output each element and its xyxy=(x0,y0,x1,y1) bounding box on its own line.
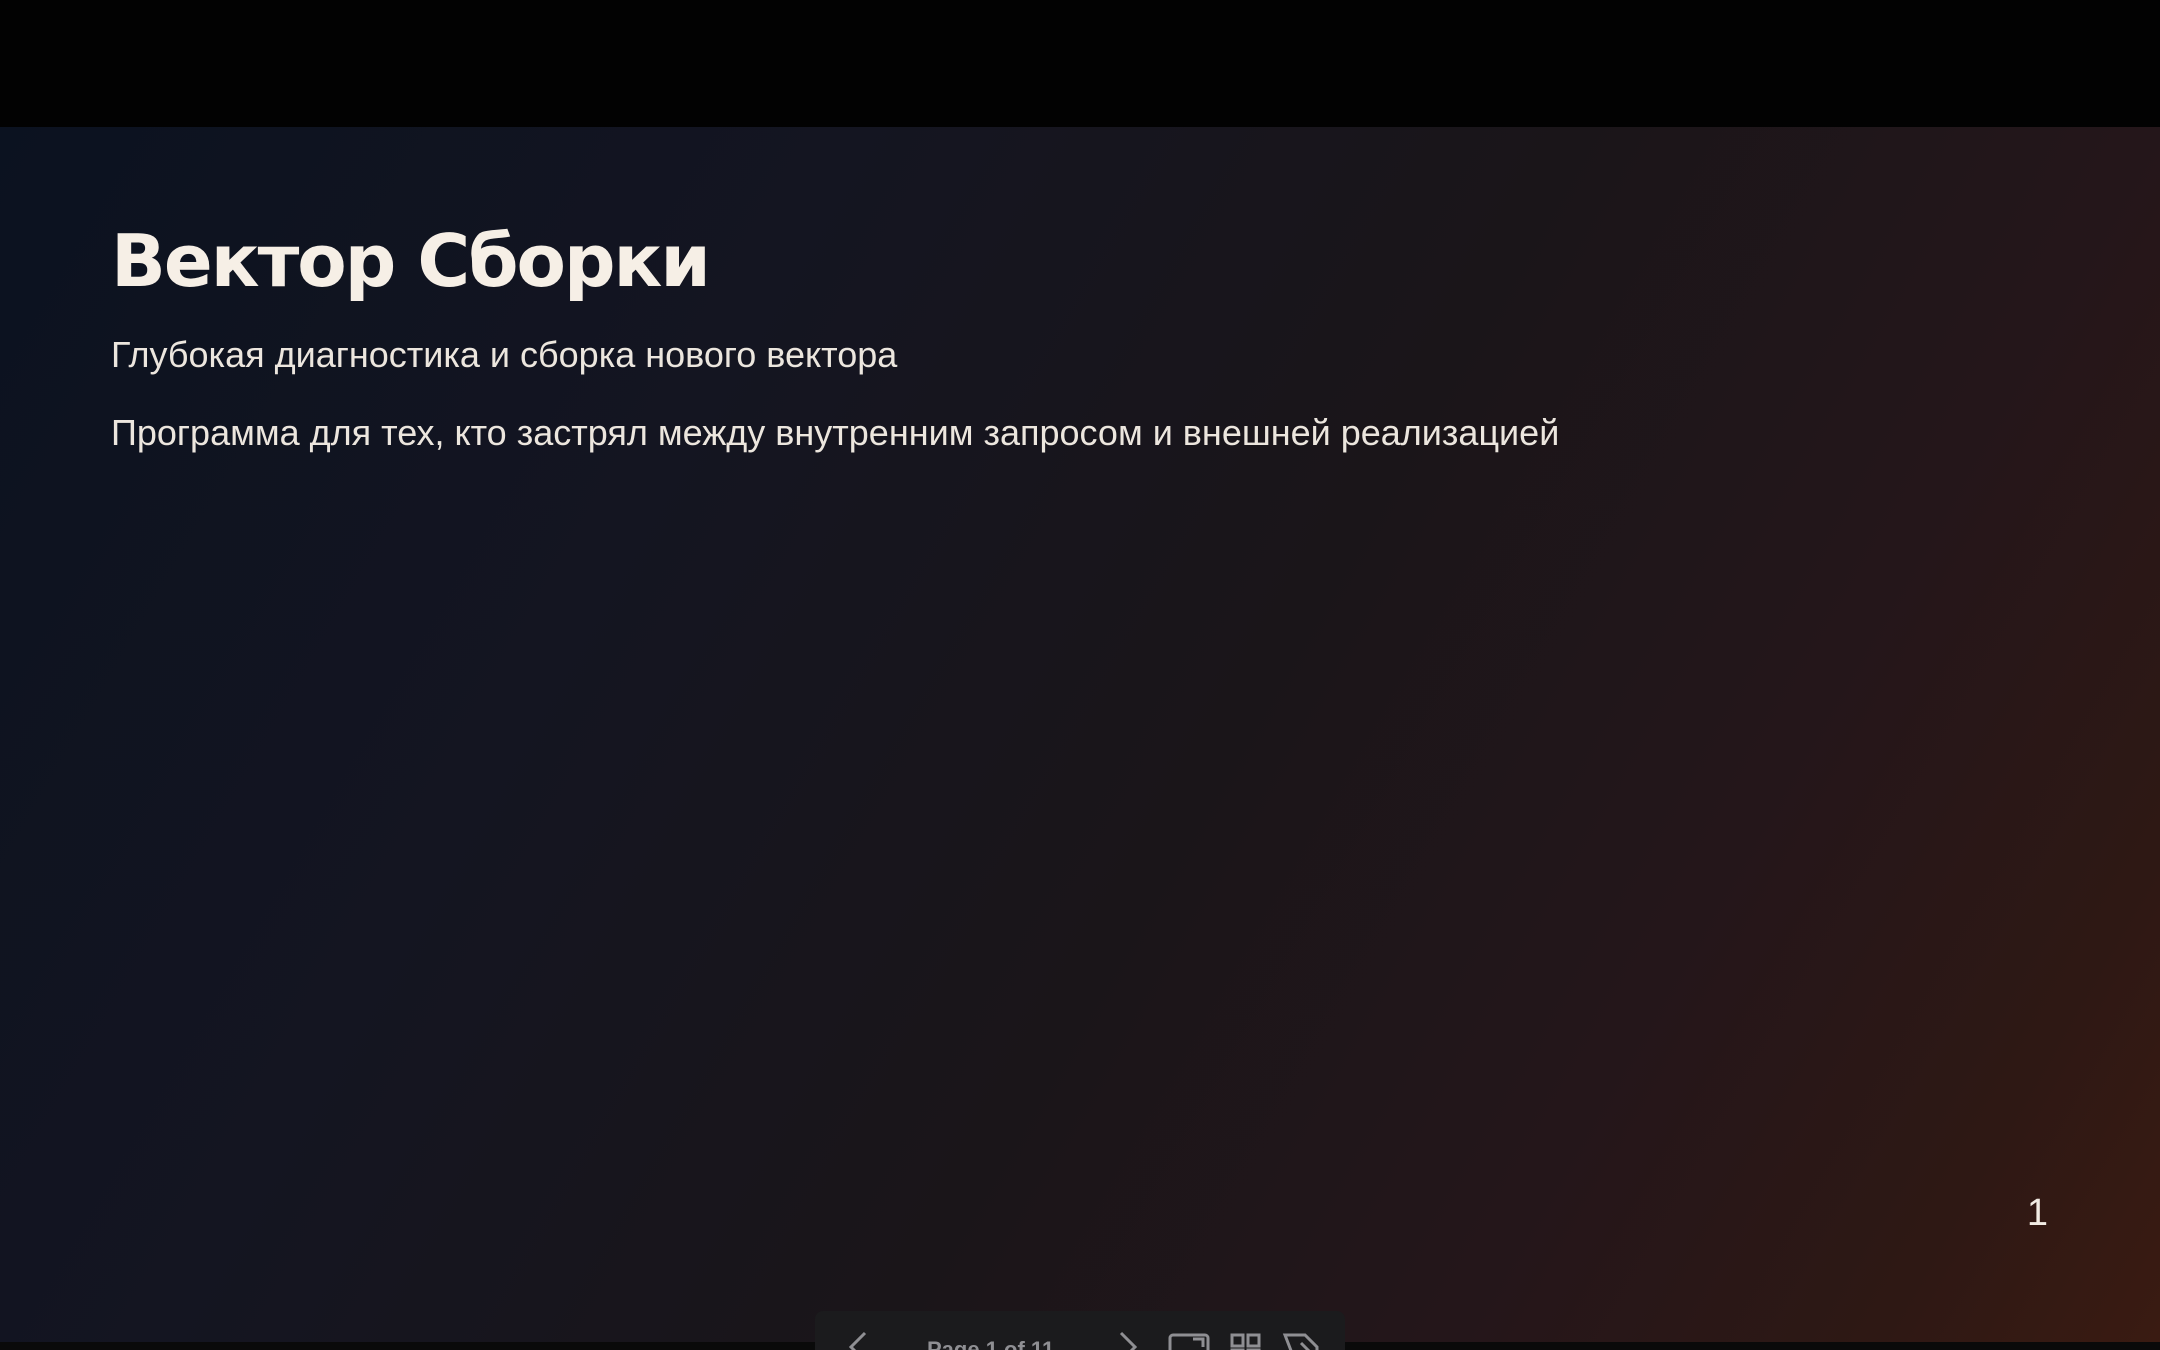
grid-view-icon[interactable] xyxy=(1228,1325,1264,1350)
slide-description: Программа для тех, кто застрял между вну… xyxy=(111,412,1560,453)
chevron-left-icon[interactable] xyxy=(845,1325,871,1350)
slide-title: Вектор Сборки xyxy=(111,219,711,303)
edit-icon[interactable] xyxy=(1281,1325,1325,1350)
slide-number: 1 xyxy=(2026,1192,2048,1234)
slide-subtitle: Глубокая диагностика и сборка нового век… xyxy=(111,334,898,375)
chevron-right-icon[interactable] xyxy=(1115,1325,1141,1350)
fullscreen-icon[interactable] xyxy=(1167,1325,1211,1350)
presentation-slide: Вектор Сборки Глубокая диагностика и сбо… xyxy=(0,127,2160,1342)
viewer-toolbar: Page 1 of 11 xyxy=(815,1311,1345,1350)
page-indicator: Page 1 of 11 xyxy=(927,1337,1055,1350)
top-black-bar xyxy=(0,0,2160,127)
